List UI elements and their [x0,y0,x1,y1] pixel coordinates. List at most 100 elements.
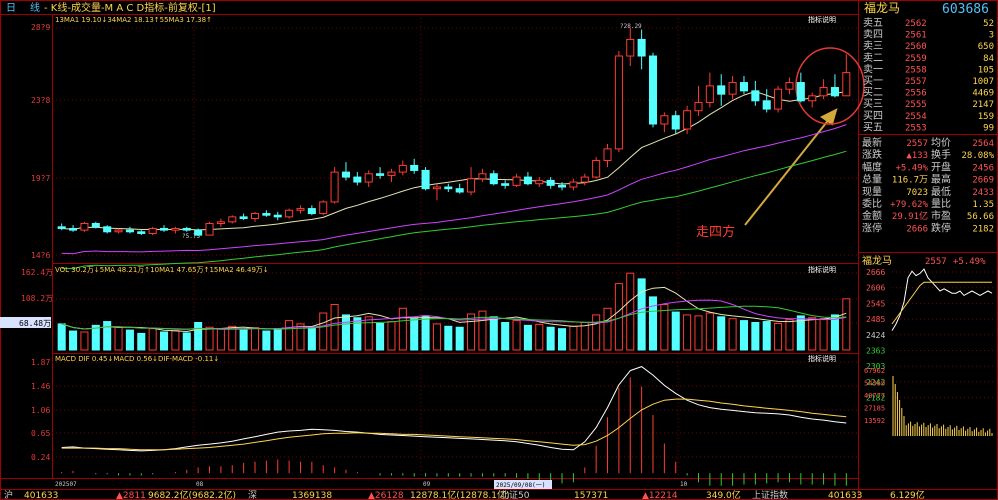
candle [683,110,692,130]
quote-value: 29.91亿 [892,210,928,222]
high-price-label: ?28.29 [620,23,642,30]
quote-value: 2564 [972,139,994,149]
candle [728,82,737,95]
mini-price-tick: 2485 [866,315,885,324]
candle [762,100,771,110]
mini-chart-change: +5.49% [953,257,986,267]
quote-label: 开盘 [931,160,951,173]
mini-volume-tick: 54369 [864,380,885,388]
volume-bar [387,321,396,351]
macd-ytick-1: 1.46 [31,382,50,391]
period-label[interactable]: 日 [6,3,16,14]
volume-bar [592,314,601,351]
volume-bar [785,319,794,351]
annotation-arrow [744,108,838,226]
quote-value: 2456 [972,163,994,173]
candle [808,95,817,102]
volume-bar [262,330,271,351]
volume-ytick-2: 68.48万 [19,319,51,328]
quote-value: 7023 [906,188,928,198]
candle [114,229,123,233]
candle [512,176,521,186]
candle [137,231,146,234]
candle [489,173,498,185]
quote-label: 涨停 [862,221,882,234]
status-bar-item: 401633 [24,491,58,500]
volume-bar [830,314,839,351]
candle [558,184,567,188]
volume-bar [410,318,419,351]
quote-label: 最新 [862,136,882,149]
candle [523,176,532,185]
macd-hint-button[interactable]: 指标说明 [808,354,836,363]
candle [182,227,191,231]
volume-bar [125,329,134,351]
mini-volume-tick: 67962 [864,367,885,375]
quote-label: 总量 [862,173,882,186]
grid-lines [52,14,858,478]
volume-bars [57,272,851,351]
volume-bar [819,318,828,351]
candle [273,214,282,218]
macd-ytick-4: 0.24 [31,453,50,462]
volume-bar [671,311,680,351]
volume-bar [489,316,498,351]
volume-bar [717,316,726,351]
candle [478,173,487,180]
candle [444,186,453,190]
quote-value: ▲133 [906,151,928,161]
kline-ytick-1: 23?8 [31,96,50,105]
volume-hint-button[interactable]: 指标说明 [808,265,836,274]
volume-bar [91,324,100,351]
orderbook-volume: 159 [978,112,994,122]
status-bar-item: 349.0亿 [706,489,741,500]
volume-bar [398,307,407,351]
quote-label: 现量 [862,186,882,198]
quote-label: 市盈 [931,209,951,222]
line-type-label[interactable]: 线 [30,1,40,14]
volume-bar [694,315,703,351]
candle [228,216,237,223]
quote-value: 56.66 [967,212,994,222]
orderbook-label: 买二 [863,87,883,99]
orderbook-label: 买四 [863,110,883,122]
dea-line [61,398,847,451]
candle [80,222,89,231]
candle [546,179,555,186]
macd-ytick-3: 0.65 [31,429,50,438]
candle [205,222,214,236]
mini-chart-price: 2557 [925,257,947,267]
orderbook-label: 买五 [863,121,883,133]
status-bar-item: 沪 [4,489,13,500]
quote-label: 幅度 [862,160,882,173]
quote-label: 最低 [931,185,951,198]
quote-label: 换手 [931,148,951,161]
volume-bar [683,314,692,351]
orderbook-price: 2556 [905,89,927,99]
orderbook-label: 卖三 [863,40,883,52]
volume-bar [307,327,316,351]
volume-bar [273,328,282,351]
candle [819,87,828,97]
orderbook-price: 2558 [905,65,927,75]
volume-bar [455,326,464,351]
candle [467,178,476,193]
volume-bar [535,323,544,351]
candle [432,186,441,190]
mini-volume-tick: 40777 [864,392,885,400]
orderbook-price: 2559 [905,54,927,64]
quote-value: 116.7万 [892,176,928,186]
volume-bar [762,321,771,351]
candle [614,55,623,150]
candle [648,55,658,125]
quote-label: 委比 [862,197,882,210]
volume-bar [580,322,589,351]
quote-label: 均价 [931,137,951,149]
orderbook-volume: 99 [983,123,994,133]
ma-legend: 13MA1 19.10↓34MA2 18.13↑55MA3 17.38↑ [55,16,212,24]
candle [660,115,669,125]
status-bar-item: ▲2811 [116,491,146,500]
candlestick-series [57,28,851,237]
orderbook-volume: 52 [983,19,994,29]
kline-hint-button[interactable]: 指标说明 [808,15,836,24]
